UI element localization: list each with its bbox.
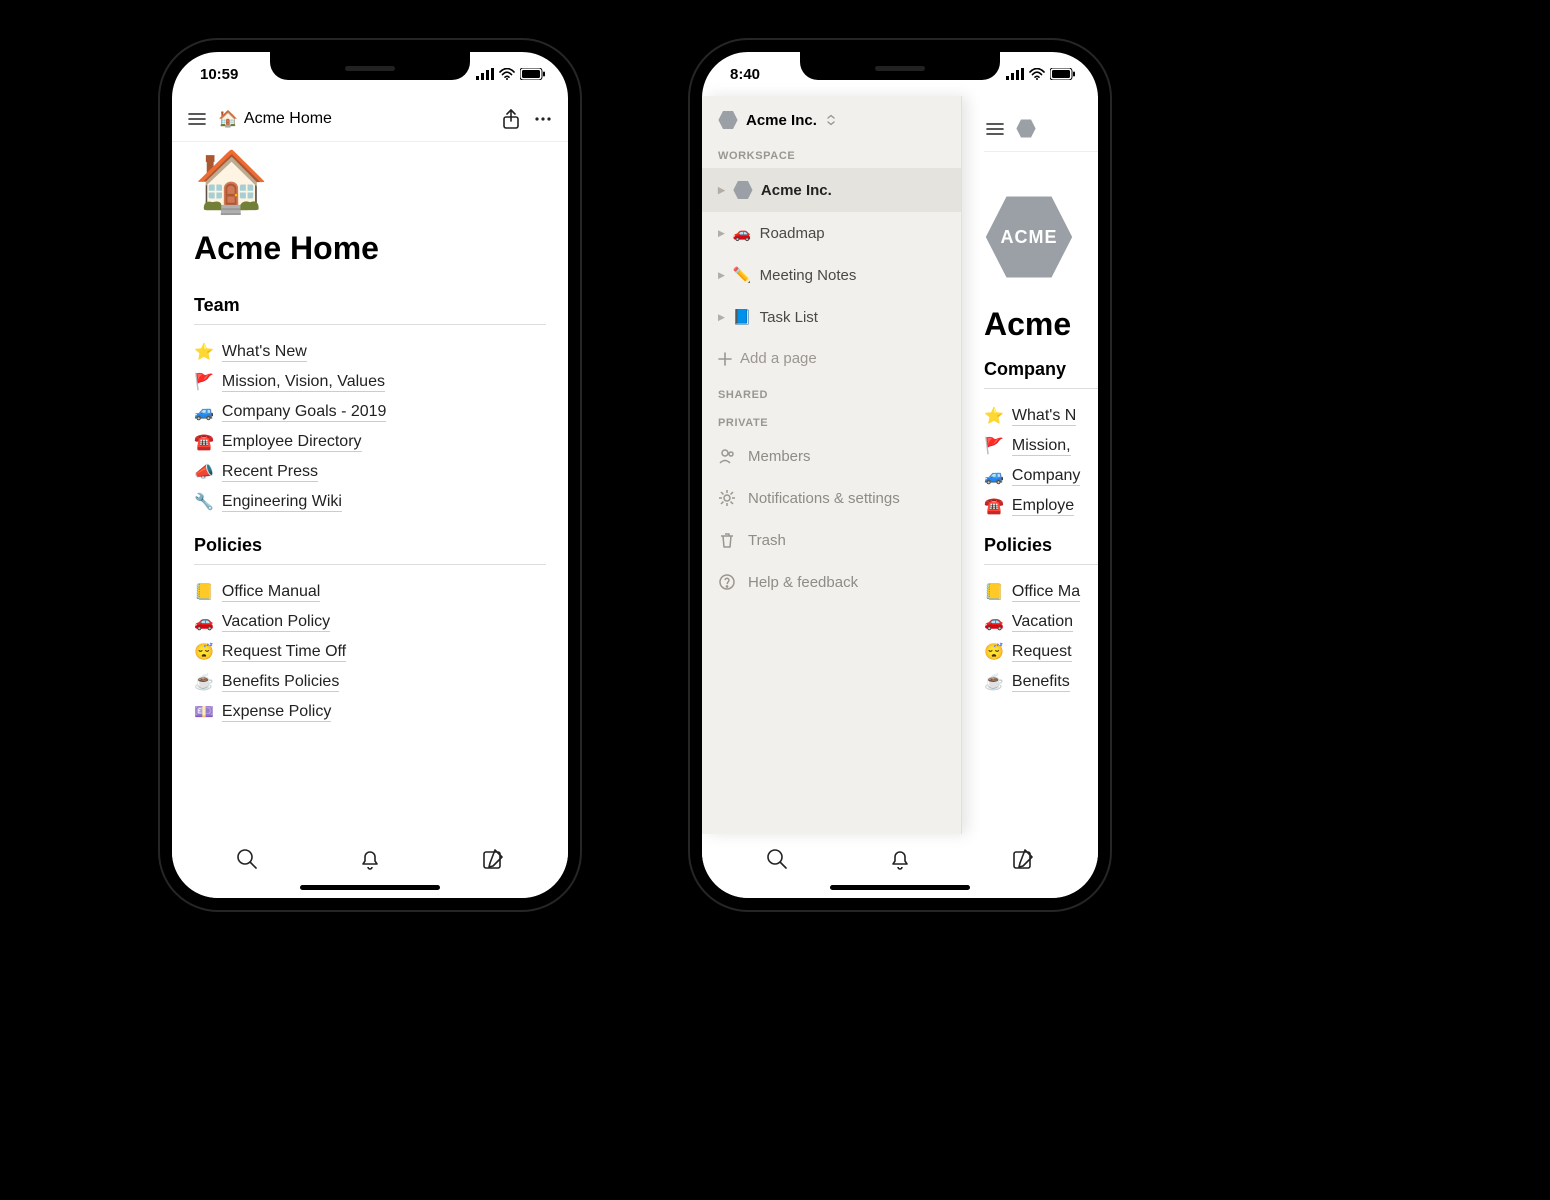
disclosure-icon[interactable]: ▶: [718, 312, 725, 323]
link-expense[interactable]: 💷Expense Policy: [194, 697, 546, 727]
chevron-up-down-icon: [825, 114, 837, 126]
page-emoji: 🏠: [194, 152, 546, 212]
home-indicator: [300, 885, 440, 890]
disclosure-icon[interactable]: ▶: [718, 228, 725, 239]
compose-icon[interactable]: [1011, 847, 1035, 871]
link-mission[interactable]: 🚩Mission, Vision, Values: [194, 367, 546, 397]
status-icons: [476, 68, 546, 80]
disclosure-icon[interactable]: ▶: [718, 270, 725, 281]
link-whats-new[interactable]: ⭐What's New: [194, 337, 546, 367]
more-icon[interactable]: [532, 108, 554, 130]
cellular-icon: [476, 68, 494, 80]
trash-icon: [718, 531, 736, 549]
sidebar-section-workspace: WORKSPACE: [702, 140, 961, 168]
sidebar-trash[interactable]: Trash: [702, 519, 961, 561]
link-item[interactable]: 😴Request: [984, 637, 1110, 667]
link-item[interactable]: ☎️Employe: [984, 491, 1110, 521]
page-content: 🏠 Acme Home Team ⭐What's New 🚩Mission, V…: [172, 142, 568, 834]
phone-frame-right: 8:40 Acme Inc. WORKSPACE ▶ Acme Inc. ▶ 🚗…: [690, 40, 1110, 910]
link-goals[interactable]: 🚙Company Goals - 2019: [194, 397, 546, 427]
battery-icon: [1050, 68, 1076, 80]
sidebar-help[interactable]: Help & feedback: [702, 561, 961, 603]
members-icon: [718, 447, 736, 465]
link-item[interactable]: 🚙Company: [984, 461, 1110, 491]
workspace-switcher[interactable]: Acme Inc.: [702, 96, 961, 140]
battery-icon: [520, 68, 546, 80]
sidebar-settings[interactable]: Notifications & settings: [702, 477, 961, 519]
workspace-logo-icon: [718, 110, 738, 130]
link-office-manual[interactable]: 📒Office Manual: [194, 577, 546, 607]
sidebar-add-page[interactable]: Add a page: [702, 338, 961, 379]
link-wiki[interactable]: 🔧Engineering Wiki: [194, 487, 546, 517]
cellular-icon: [1006, 68, 1024, 80]
wifi-icon: [1029, 68, 1045, 80]
sidebar: Acme Inc. WORKSPACE ▶ Acme Inc. ▶ 🚗 Road…: [702, 96, 962, 834]
share-icon[interactable]: [500, 108, 522, 130]
breadcrumb-logo-icon: [1016, 119, 1036, 139]
page-logo: ACME: [984, 192, 1074, 282]
help-icon: [718, 573, 736, 591]
link-benefits[interactable]: ☕Benefits Policies: [194, 667, 546, 697]
top-bar: 🏠 Acme Home: [172, 96, 568, 142]
divider: [194, 564, 546, 565]
page-logo-icon: [733, 180, 753, 200]
gear-icon: [718, 489, 736, 507]
page-title: Acme: [984, 306, 1110, 343]
page-breadcrumb[interactable]: 🏠 Acme Home: [218, 109, 490, 129]
search-icon[interactable]: [235, 847, 259, 871]
link-item[interactable]: 🚗Vacation: [984, 607, 1110, 637]
phone-notch: [270, 52, 470, 80]
phone-notch: [800, 52, 1000, 80]
notifications-icon[interactable]: [358, 847, 382, 871]
link-directory[interactable]: ☎️Employee Directory: [194, 427, 546, 457]
wifi-icon: [499, 68, 515, 80]
home-indicator: [830, 885, 970, 890]
search-icon[interactable]: [765, 847, 789, 871]
breadcrumb-title: Acme Home: [244, 110, 332, 128]
menu-icon[interactable]: [984, 118, 1006, 140]
link-vacation[interactable]: 🚗Vacation Policy: [194, 607, 546, 637]
disclosure-icon[interactable]: ▶: [718, 185, 725, 196]
plus-icon: [718, 352, 732, 366]
menu-icon[interactable]: [186, 108, 208, 130]
sidebar-item-roadmap[interactable]: ▶ 🚗 Roadmap: [702, 212, 961, 254]
link-item[interactable]: ⭐What's N: [984, 401, 1110, 431]
sidebar-item-meeting-notes[interactable]: ▶ ✏️ Meeting Notes: [702, 254, 961, 296]
page-title: Acme Home: [194, 230, 546, 267]
page-content-peek: ACME Acme Company ⭐What's N 🚩Mission, 🚙C…: [962, 96, 1110, 834]
divider: [194, 324, 546, 325]
sidebar-section-shared: SHARED: [702, 379, 961, 407]
compose-icon[interactable]: [481, 847, 505, 871]
link-item[interactable]: 📒Office Ma: [984, 577, 1110, 607]
sidebar-item-acme[interactable]: ▶ Acme Inc.: [702, 168, 961, 212]
link-item[interactable]: 🚩Mission,: [984, 431, 1110, 461]
sidebar-members[interactable]: Members: [702, 435, 961, 477]
divider: [984, 564, 1110, 565]
breadcrumb-emoji: 🏠: [218, 109, 238, 129]
workspace-name: Acme Inc.: [746, 112, 817, 129]
sidebar-section-private: PRIVATE: [702, 407, 961, 435]
link-time-off[interactable]: 😴Request Time Off: [194, 637, 546, 667]
status-icons: [1006, 68, 1076, 80]
notifications-icon[interactable]: [888, 847, 912, 871]
sidebar-item-task-list[interactable]: ▶ 📘 Task List: [702, 296, 961, 338]
section-heading-policies: Policies: [984, 535, 1110, 556]
divider: [984, 388, 1110, 389]
link-item[interactable]: ☕Benefits: [984, 667, 1110, 697]
status-time: 10:59: [200, 66, 238, 83]
section-heading-team: Team: [194, 295, 546, 316]
link-press[interactable]: 📣Recent Press: [194, 457, 546, 487]
section-heading-company: Company: [984, 359, 1110, 380]
status-time: 8:40: [730, 66, 760, 83]
phone-frame-left: 10:59 🏠 Acme Home 🏠 Acme Home Team ⭐What…: [160, 40, 580, 910]
section-heading-policies: Policies: [194, 535, 546, 556]
